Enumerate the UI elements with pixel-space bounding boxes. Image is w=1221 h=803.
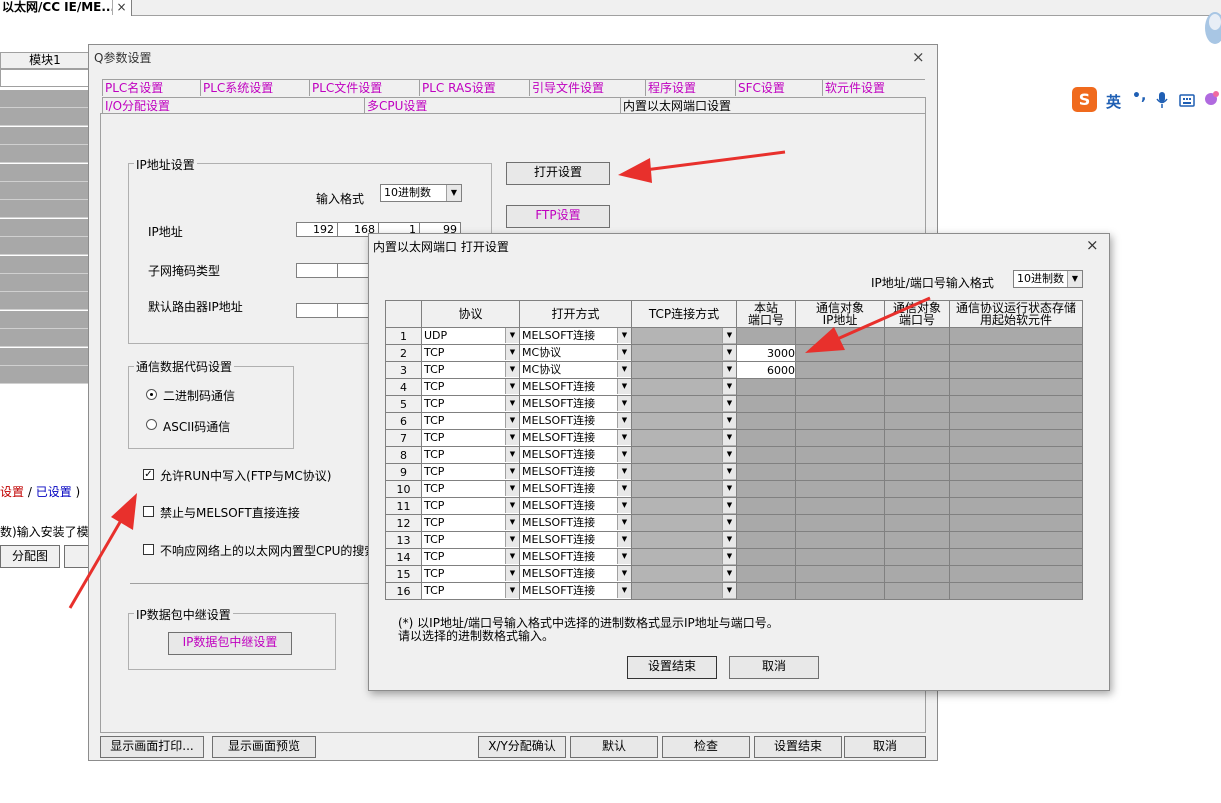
ime-language[interactable]: 英 <box>1106 91 1121 112</box>
annotation-arrow <box>68 150 931 609</box>
corner-widget-icon <box>1205 12 1221 44</box>
ime-punctuation[interactable]: •, <box>1132 88 1146 104</box>
ime-logo[interactable]: S <box>1072 87 1097 112</box>
keyboard-icon[interactable] <box>1179 94 1195 107</box>
skin-icon[interactable] <box>1202 89 1220 107</box>
mic-icon[interactable] <box>1155 91 1169 109</box>
